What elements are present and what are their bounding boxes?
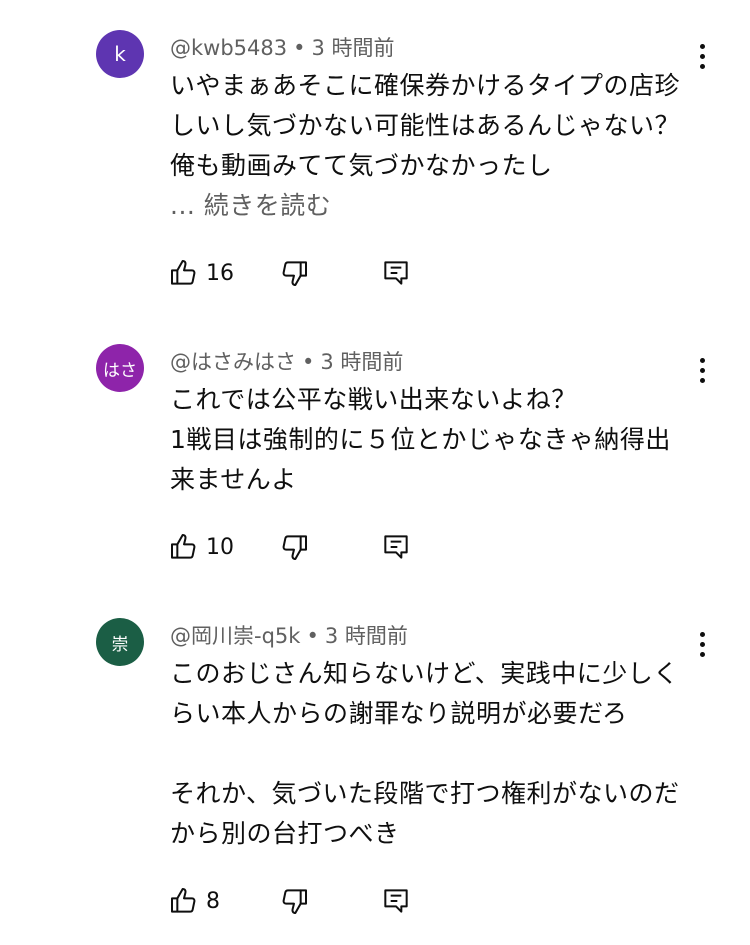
dislike-button[interactable]	[278, 884, 310, 918]
reply-button[interactable]	[380, 530, 412, 564]
read-more-link[interactable]: ... 続きを読む	[170, 186, 700, 226]
like-count: 8	[206, 888, 220, 914]
like-button[interactable]: 10	[168, 530, 234, 564]
comment-meta: @kwb5483 • 3 時間前	[170, 32, 395, 62]
like-count: 10	[206, 534, 234, 560]
avatar[interactable]: はさ	[96, 344, 144, 392]
thumbs-down-icon	[282, 889, 307, 914]
thumbs-down-icon	[282, 261, 307, 286]
comment-actions: 16	[168, 256, 428, 290]
comment-meta: @岡川崇-q5k • 3 時間前	[170, 620, 408, 650]
like-count: 16	[206, 260, 234, 286]
comment-time: 3 時間前	[311, 36, 395, 60]
like-button[interactable]: 16	[168, 256, 234, 290]
comment-meta: @はさみはさ • 3 時間前	[170, 346, 403, 376]
separator-dot: •	[293, 36, 306, 60]
separator-dot: •	[306, 624, 319, 648]
avatar[interactable]: k	[96, 30, 144, 78]
thumbs-up-icon	[171, 888, 196, 913]
separator-dot: •	[302, 350, 315, 374]
comment-actions: 8	[168, 884, 428, 918]
dislike-button[interactable]	[278, 256, 310, 290]
comment-text: いやまぁあそこに確保券かけるタイプの店珍 しいし気づかない可能性はあるんじゃない…	[170, 71, 681, 180]
like-button[interactable]: 8	[168, 884, 220, 918]
reply-comment-icon	[384, 261, 408, 285]
comment-actions: 10	[168, 530, 428, 564]
avatar[interactable]: 崇	[96, 618, 144, 666]
comment-time: 3 時間前	[320, 350, 404, 374]
reply-comment-icon	[384, 535, 408, 559]
comment-text: これでは公平な戦い出来ないよね？ 1戦目は強制的に５位とかじゃなきゃ納得出 来ま…	[170, 385, 671, 494]
dislike-button[interactable]	[278, 530, 310, 564]
author-handle[interactable]: @はさみはさ	[170, 350, 296, 374]
thumbs-up-icon	[171, 534, 196, 559]
thumbs-up-icon	[171, 260, 196, 285]
author-handle[interactable]: @kwb5483	[170, 36, 287, 60]
reply-comment-icon	[384, 889, 408, 913]
comment-time: 3 時間前	[324, 624, 408, 648]
reply-button[interactable]	[380, 256, 412, 290]
comment-text: このおじさん知らないけど、実践中に少しく らい本人からの謝罪なり説明が必要だろ …	[170, 659, 680, 848]
reply-button[interactable]	[380, 884, 412, 918]
thumbs-down-icon	[282, 535, 307, 560]
author-handle[interactable]: @岡川崇-q5k	[170, 624, 300, 648]
